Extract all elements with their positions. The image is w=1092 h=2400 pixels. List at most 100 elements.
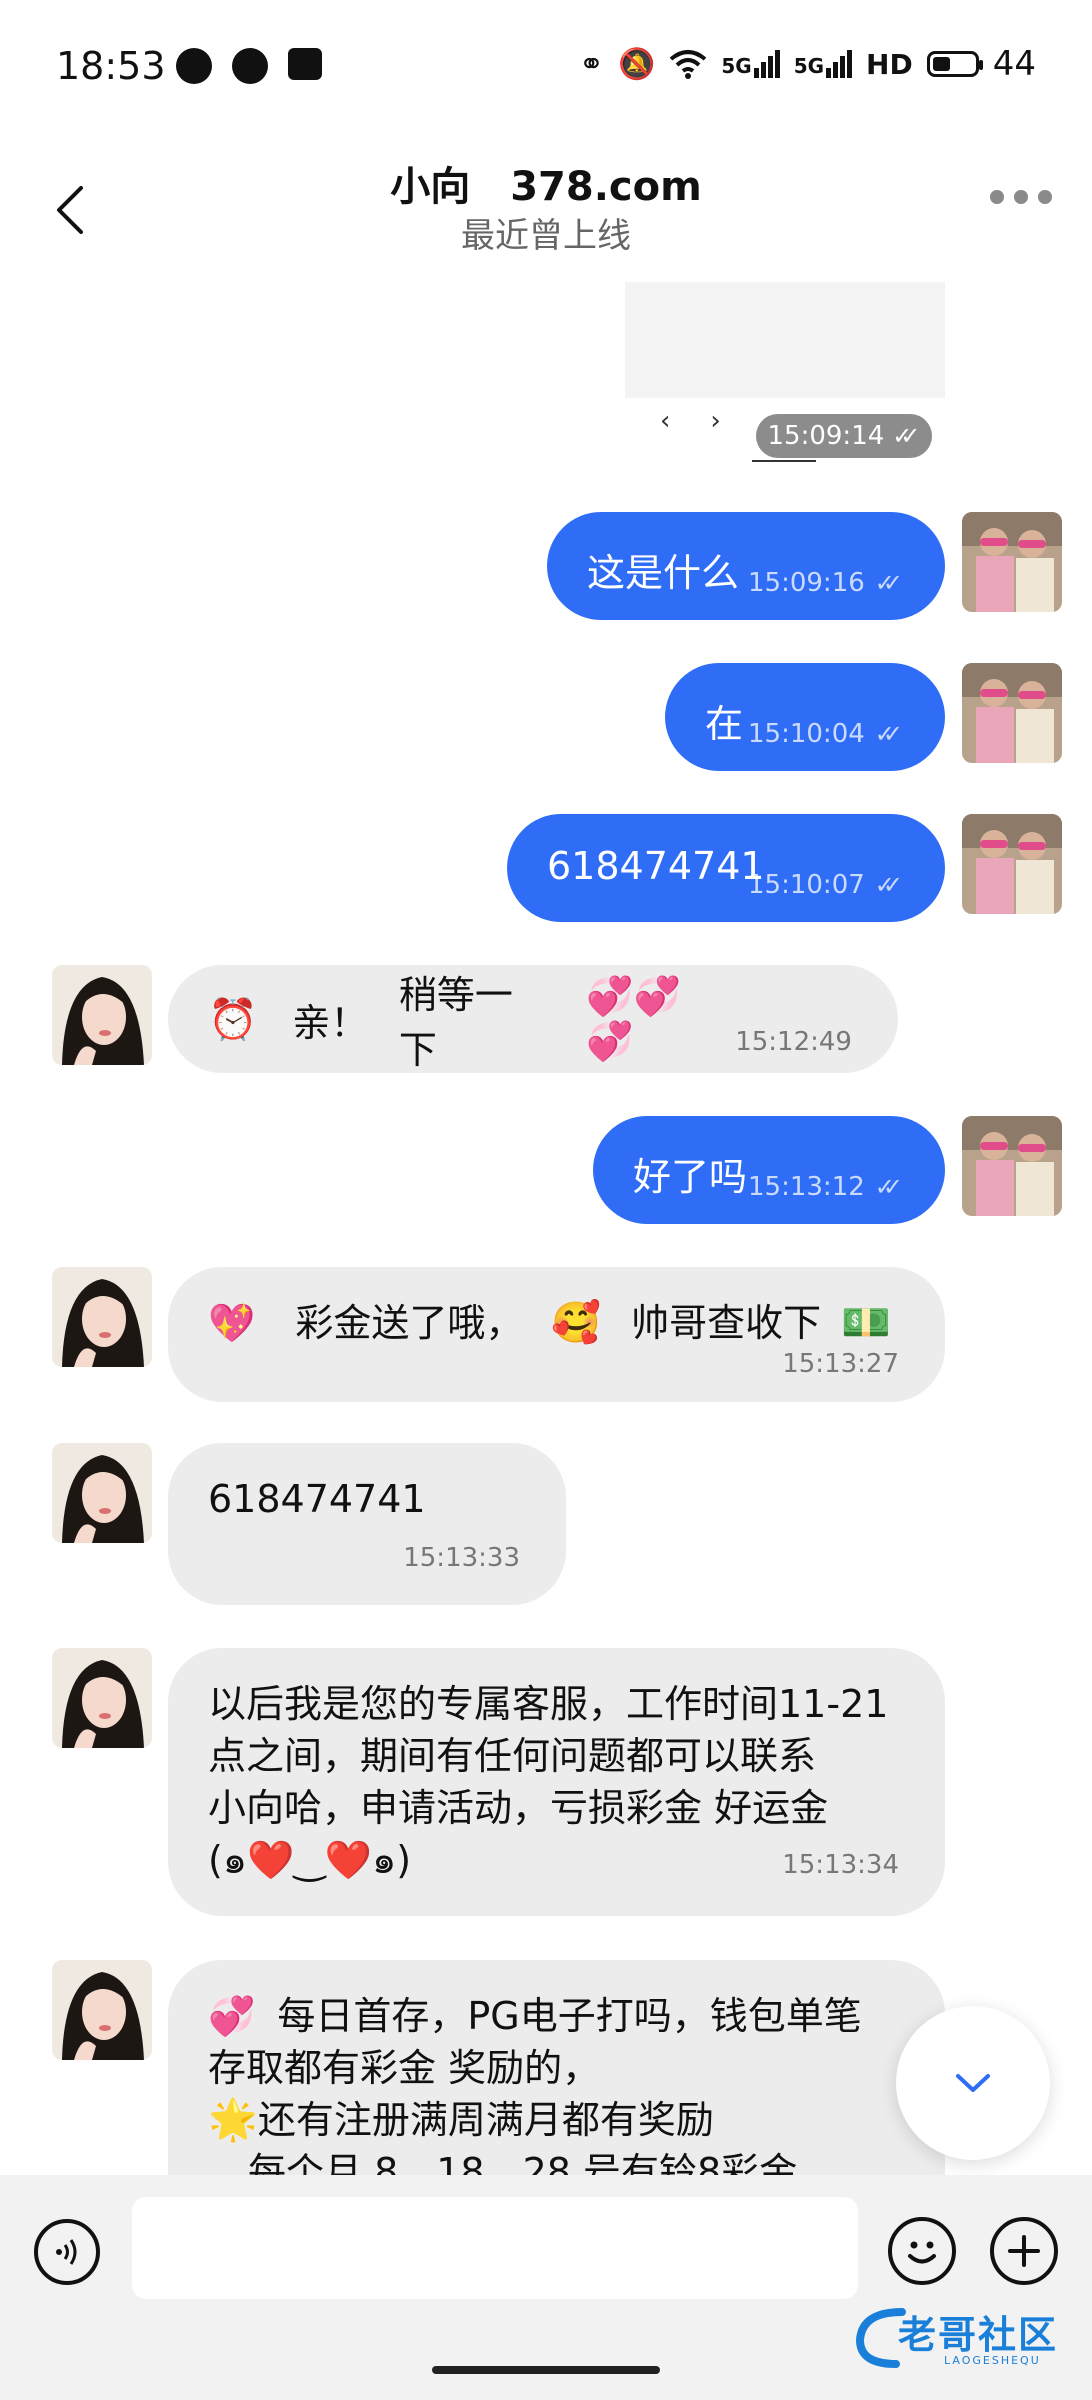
emoji-button[interactable] xyxy=(888,2217,956,2285)
smiling-face-hearts-icon: 🥰 xyxy=(551,1300,602,1346)
message-bubble-incoming[interactable]: 以后我是您的专属客服，工作时间11-21 点之间，期间有任何问题都可以联系 小向… xyxy=(168,1648,945,1916)
contact-avatar[interactable] xyxy=(52,1267,152,1367)
chat-header: 小向 378.com 最近曾上线 xyxy=(0,130,1092,280)
message-text: 在 xyxy=(705,702,744,746)
message-bubble-incoming[interactable]: 💖 彩金送了哦， 🥰 帅哥查收下 💵 15:13:27 xyxy=(168,1267,945,1402)
message-bubble-incoming[interactable]: 💞 每日首存，PG电子打吗，钱包单笔 存取都有彩金 奖励的， 🌟还有注册满周满月都… xyxy=(168,1960,945,2175)
preview-timestamp: 15:09:14 ✓✓ xyxy=(756,414,932,458)
message-text: 好了吗 xyxy=(633,1155,748,1199)
attach-button[interactable] xyxy=(990,2217,1058,2285)
battery-icon xyxy=(926,51,983,77)
message-text-part: 彩金送了哦， xyxy=(295,1301,524,1345)
message-text: 💖 彩金送了哦， 🥰 帅哥查收下 💵 xyxy=(208,1297,899,1349)
contact-avatar[interactable] xyxy=(52,1648,152,1748)
plus-icon xyxy=(1008,2235,1040,2267)
double-check-icon: ✓✓ xyxy=(874,569,903,597)
my-avatar[interactable] xyxy=(962,1116,1062,1216)
contact-avatar[interactable] xyxy=(52,1960,152,2060)
message-line: 点之间，期间有任何问题都可以联系 xyxy=(208,1734,817,1778)
voice-icon xyxy=(56,2239,77,2265)
message-text: 💞 每日首存，PG电子打吗，钱包单笔 存取都有彩金 奖励的， 🌟还有注册满周满月都… xyxy=(208,1990,899,2175)
more-options-button[interactable] xyxy=(990,190,1052,204)
message-bubble-outgoing[interactable]: 618474741 15:10:07 ✓✓ xyxy=(507,814,945,922)
message-time: 15:13:27 xyxy=(782,1349,899,1379)
double-check-icon: ✓✓ xyxy=(892,422,920,450)
message-bubble-outgoing[interactable]: 好了吗 15:13:12 ✓✓ xyxy=(593,1116,945,1224)
kaomoji-part: ๑) xyxy=(372,1838,412,1882)
message-notification-icon xyxy=(232,48,268,84)
message-meta: 15:13:12 ✓✓ xyxy=(748,1172,903,1202)
chevron-right-icon[interactable]: › xyxy=(710,406,720,436)
my-avatar[interactable] xyxy=(962,663,1062,763)
wifi-icon xyxy=(670,50,707,79)
message-time: 15:13:33 xyxy=(403,1543,520,1573)
status-bar: 18:53 ⚭ 🔕 5G 5G HD 44 xyxy=(0,0,1092,130)
battery-fill xyxy=(932,57,951,71)
message-meta: 15:09:16 ✓✓ xyxy=(748,568,903,598)
my-avatar[interactable] xyxy=(962,814,1062,914)
my-avatar[interactable] xyxy=(962,512,1062,612)
app-notification-icon xyxy=(176,48,212,84)
message-row-outgoing: 在 15:10:04 ✓✓ xyxy=(0,663,1092,773)
contact-name: 小向 378.com xyxy=(0,154,1092,212)
star-icon: 🌟 xyxy=(208,2097,258,2143)
preview-time-text: 15:09:14 xyxy=(767,421,885,451)
contact-site: 378.com xyxy=(510,164,702,210)
message-bubble-incoming[interactable]: ⏰ 亲！ 稍等一下 💞💞💞 15:12:49 xyxy=(168,965,898,1073)
message-text: 618474741 xyxy=(208,1477,426,1521)
contact-avatar[interactable] xyxy=(52,1443,152,1543)
preview-divider xyxy=(752,460,816,462)
message-text: 这是什么 xyxy=(587,551,740,595)
battery-level: 44 xyxy=(992,44,1036,84)
kaomoji-part: (๑ xyxy=(208,1838,247,1882)
message-row-outgoing: 这是什么 15:09:16 ✓✓ xyxy=(0,512,1092,622)
message-row-incoming: 以后我是您的专属客服，工作时间11-21 点之间，期间有任何问题都可以联系 小向… xyxy=(0,1648,1092,1916)
message-input[interactable] xyxy=(132,2197,858,2299)
double-check-icon: ✓✓ xyxy=(874,1173,903,1201)
mute-icon: 🔕 xyxy=(618,46,656,82)
shared-preview-image[interactable] xyxy=(625,282,945,398)
message-bubble-outgoing[interactable]: 在 15:10:04 ✓✓ xyxy=(665,663,945,771)
scroll-to-bottom-button[interactable] xyxy=(896,2006,1050,2160)
gallery-notification-icon xyxy=(288,48,322,80)
notification-icons xyxy=(176,48,322,84)
message-row-outgoing: 好了吗 15:13:12 ✓✓ xyxy=(0,1116,1092,1226)
message-line: 🌟还有注册满周满月都有奖励 xyxy=(208,2094,899,2146)
signal-2-icon: 5G xyxy=(794,50,853,78)
message-time: 15:13:12 xyxy=(748,1172,865,1202)
message-row-incoming: 💖 彩金送了哦， 🥰 帅哥查收下 💵 15:13:27 xyxy=(0,1267,1092,1402)
double-check-icon: ✓✓ xyxy=(874,871,903,899)
message-time: 15:10:07 xyxy=(748,870,865,900)
message-line: 存取都有彩金 奖励的， xyxy=(208,2046,601,2090)
double-check-icon: ✓✓ xyxy=(874,720,903,748)
message-text: 618474741 xyxy=(547,844,765,888)
status-indicators: ⚭ 🔕 5G 5G HD 44 xyxy=(579,44,1036,84)
message-line: 每个月 8、18、28 号有铃8彩金 xyxy=(248,2150,798,2175)
chat-area[interactable]: ‹ › 15:09:14 ✓✓ 这是什么 15:09:16 ✓✓ 在 15:10:… xyxy=(0,280,1092,2175)
contact-status: 最近曾上线 xyxy=(461,216,631,256)
message-meta: 15:10:07 ✓✓ xyxy=(748,870,903,900)
message-text: 稍等一下 xyxy=(398,973,513,1072)
message-bubble-incoming[interactable]: 618474741 15:13:33 xyxy=(168,1443,566,1605)
message-line-text: 每日首存，PG电子打吗，钱包单笔 xyxy=(277,1994,862,2038)
hotspot-icon: ⚭ xyxy=(578,46,604,82)
home-indicator[interactable] xyxy=(432,2366,660,2374)
watermark-logo: 老哥社区 LAOGESHEQU xyxy=(852,2300,1076,2376)
message-text: 亲！ xyxy=(292,1000,369,1045)
voice-input-button[interactable] xyxy=(34,2219,100,2285)
contact-avatar[interactable] xyxy=(52,965,152,1065)
signal-1-icon: 5G xyxy=(721,50,780,78)
dot-icon xyxy=(1038,190,1052,204)
dot-icon xyxy=(990,190,1004,204)
message-row-incoming: 618474741 15:13:33 xyxy=(0,1443,1092,1605)
message-time: 15:12:49 xyxy=(735,1027,852,1057)
message-line: 以后我是您的专属客服，工作时间11-21 xyxy=(208,1682,889,1726)
message-bubble-outgoing[interactable]: 这是什么 15:09:16 ✓✓ xyxy=(547,512,945,620)
chevron-left-icon[interactable]: ‹ xyxy=(660,406,670,436)
message-text-part: 帅哥查收下 xyxy=(631,1301,822,1345)
message-meta: 15:10:04 ✓✓ xyxy=(748,719,903,749)
message-line-text: 还有注册满周满月都有奖励 xyxy=(257,2098,714,2142)
chevron-down-icon xyxy=(956,2074,990,2092)
alarm-clock-icon: ⏰ xyxy=(208,996,258,1043)
message-time: 15:10:04 xyxy=(748,719,865,749)
